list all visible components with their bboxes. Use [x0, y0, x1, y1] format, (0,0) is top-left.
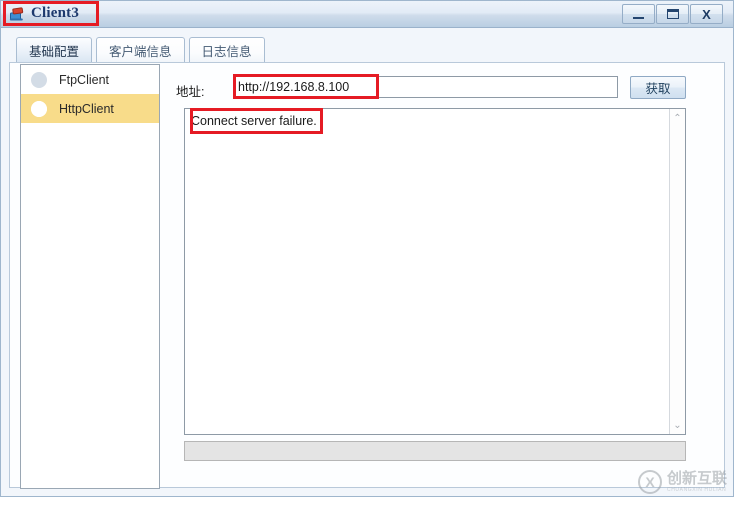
- tab-content-panel: FtpClient HttpClient 地址: 获取 Connect serv…: [9, 62, 725, 489]
- watermark-text: 创新互联 CHUANGXIN HULIAN: [667, 471, 727, 493]
- sidebar-item-httpclient[interactable]: HttpClient: [21, 94, 159, 123]
- tab-label: 日志信息: [201, 45, 252, 59]
- sidebar-item-ftpclient[interactable]: FtpClient: [21, 65, 159, 94]
- tab-basic-config[interactable]: 基础配置: [16, 37, 93, 63]
- watermark-name-en: CHUANGXIN HULIAN: [667, 487, 727, 493]
- close-icon: X: [702, 6, 711, 22]
- status-bar: [184, 441, 686, 461]
- sidebar-item-label: HttpClient: [59, 101, 114, 116]
- sidebar-item-label: FtpClient: [59, 72, 110, 87]
- tab-label: 基础配置: [29, 45, 80, 59]
- log-scrollbar[interactable]: ⌃ ⌄: [669, 109, 685, 434]
- application-window: Client3 X 基础配置 客户端信息 日志信息 FtpClient Http…: [0, 0, 734, 497]
- title-bar: Client3 X: [1, 1, 733, 28]
- scroll-up-icon[interactable]: ⌃: [670, 110, 685, 126]
- watermark-logo-icon: X: [638, 470, 662, 494]
- circle-icon: [31, 71, 47, 88]
- log-message: Connect server failure.: [191, 114, 317, 128]
- maximize-button[interactable]: [656, 4, 689, 24]
- tab-label: 客户端信息: [109, 45, 172, 59]
- window-title: Client3: [31, 5, 80, 21]
- minimize-button[interactable]: [622, 4, 655, 24]
- close-button[interactable]: X: [690, 4, 723, 24]
- fetch-button-label: 获取: [645, 82, 671, 96]
- tab-client-info[interactable]: 客户端信息: [96, 37, 185, 63]
- watermark: X 创新互联 CHUANGXIN HULIAN: [638, 470, 727, 494]
- address-label: 地址:: [176, 85, 205, 99]
- log-output-area[interactable]: Connect server failure. ⌃ ⌄: [184, 108, 686, 435]
- url-input[interactable]: [233, 76, 618, 98]
- app-window-icon: [9, 6, 26, 22]
- scroll-down-icon[interactable]: ⌄: [670, 417, 685, 433]
- client-list[interactable]: FtpClient HttpClient: [20, 64, 160, 489]
- tab-bar: 基础配置 客户端信息 日志信息: [16, 37, 269, 63]
- maximize-icon: [666, 9, 679, 19]
- tab-log-info[interactable]: 日志信息: [188, 37, 265, 63]
- fetch-button[interactable]: 获取: [630, 76, 686, 99]
- circle-icon: [31, 100, 47, 117]
- minimize-icon: [633, 16, 644, 19]
- watermark-name-cn: 创新互联: [667, 470, 728, 487]
